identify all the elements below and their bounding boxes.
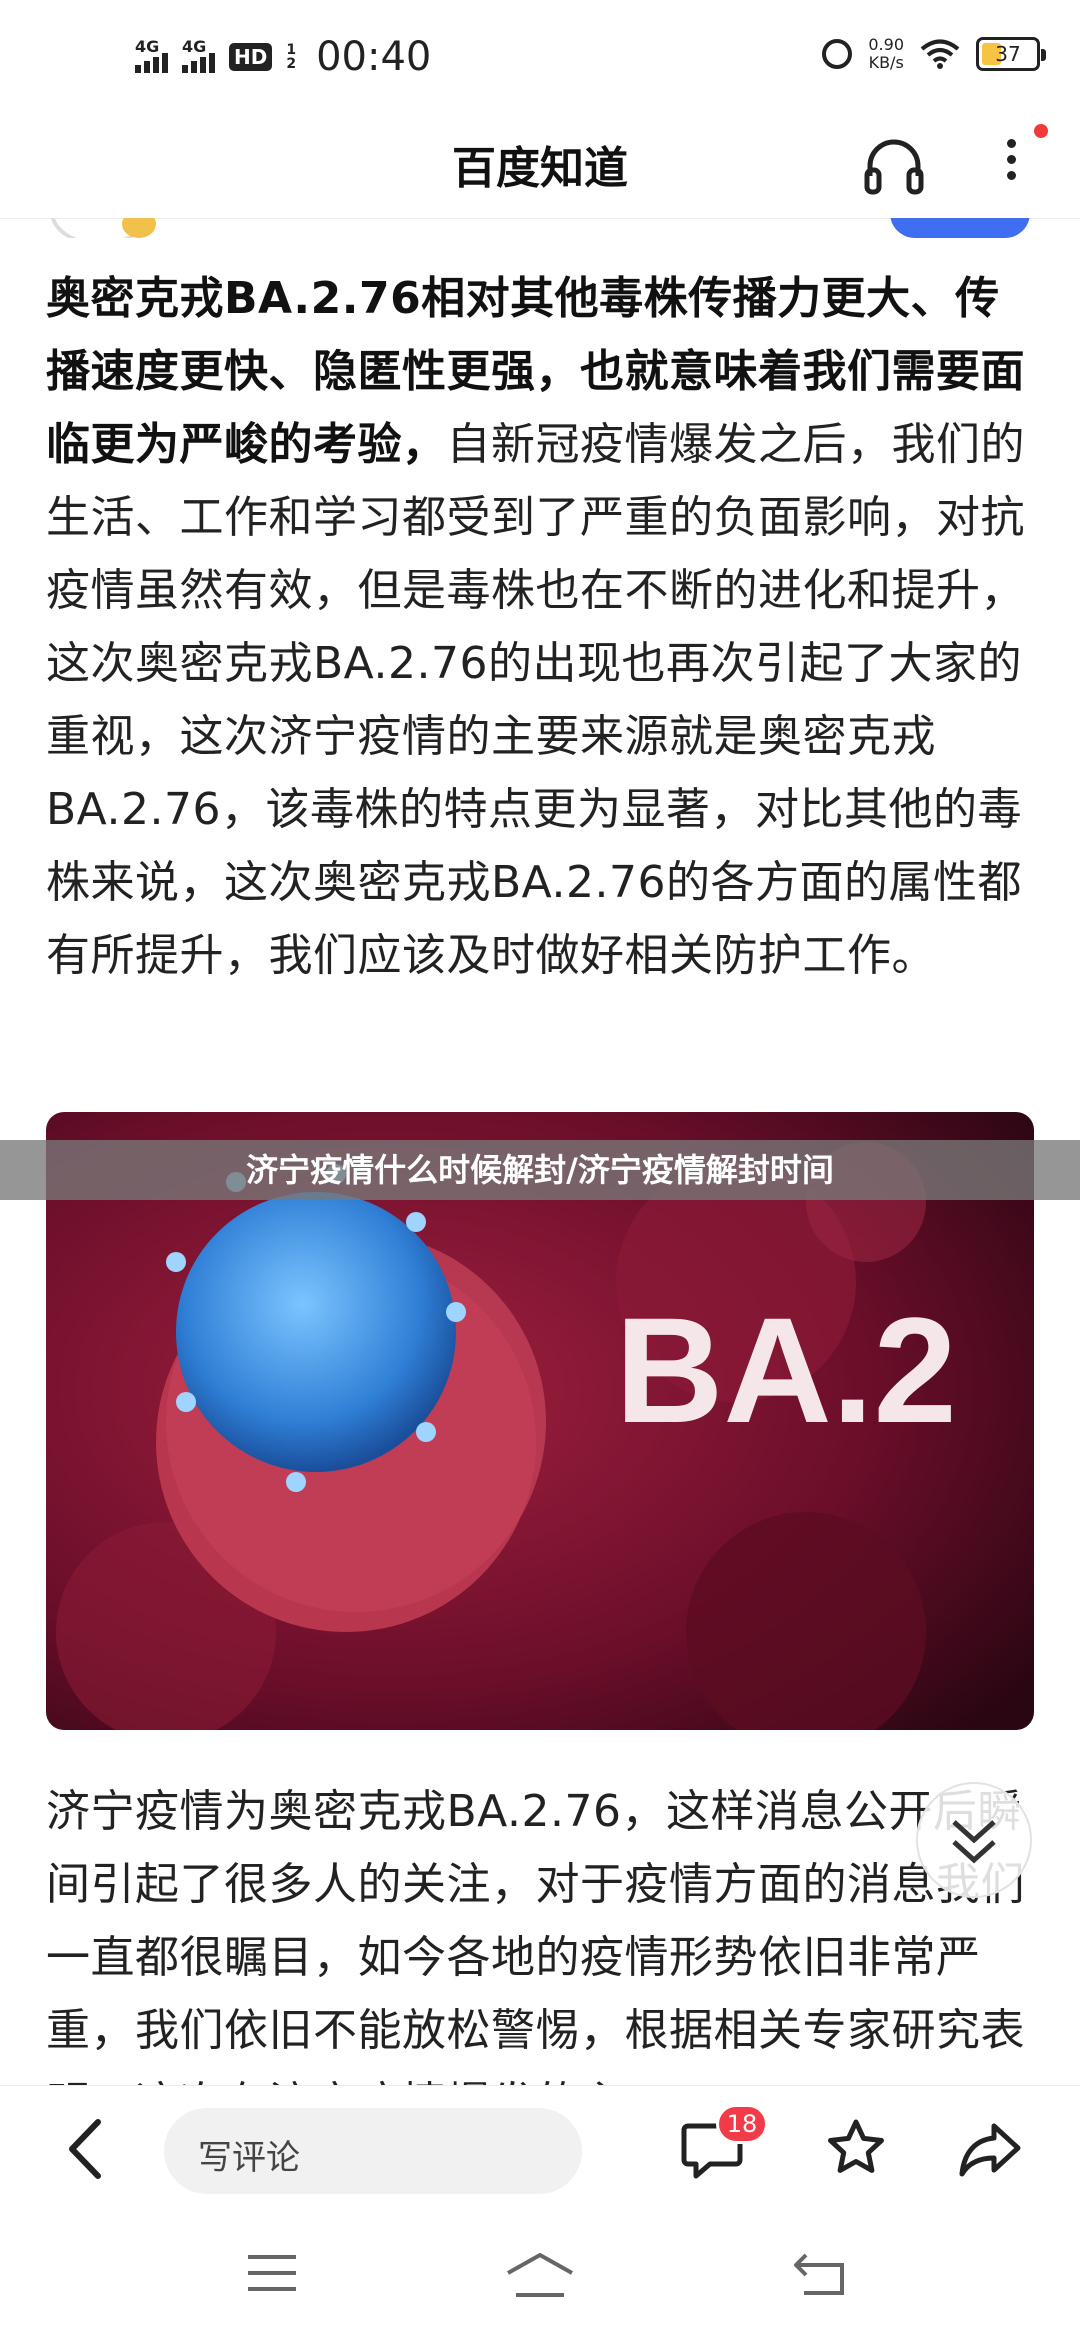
comment-input[interactable]: 写评论 [164, 2108, 582, 2194]
network-speed: 0.90 KB/s [868, 36, 904, 72]
cell-signal-1: 4G [135, 37, 168, 73]
follow-button[interactable] [890, 218, 1030, 238]
article-paragraph: 济宁疫情为奥密克戎BA.2.76，这样消息公开后瞬间引起了很多人的关注，对于疫情… [46, 1786, 1025, 2085]
scroll-down-button[interactable] [916, 1782, 1032, 1898]
system-navigation-bar [0, 2215, 1080, 2340]
notification-dot [1034, 124, 1048, 138]
article-body: 奥密克戎BA.2.76相对其他毒株传播力更大、传播速度更快、隐匿性更强，也就意味… [46, 262, 1038, 992]
wifi-icon [920, 39, 960, 69]
speed-value: 0.90 [868, 35, 904, 54]
paragraph-text: 自新冠疫情爆发之后，我们的生活、工作和学习都受到了严重的负面影响，对抗疫情虽然有… [46, 419, 1025, 981]
status-bar: 4G 4G HD 12 00:40 0.90 KB/s 37 [0, 0, 1080, 110]
hd-sim-indicator: 12 [286, 43, 296, 71]
cell-signal-2: 4G [182, 37, 215, 73]
hd-voice-icon: HD [229, 43, 273, 71]
back-nav-icon[interactable] [792, 2251, 848, 2297]
virus-illustration: BA.2 [46, 1112, 1034, 1730]
hd-sim-2: 2 [286, 56, 297, 72]
share-arrow-icon[interactable] [958, 2120, 1022, 2178]
headphone-icon[interactable] [862, 136, 926, 196]
battery-percent: 37 [995, 42, 1021, 66]
menu-icon[interactable] [244, 2251, 300, 2295]
battery-icon: 37 [976, 37, 1046, 71]
author-row [0, 218, 1080, 238]
status-right: 0.90 KB/s 37 [822, 36, 1046, 72]
network-type-label: 4G [182, 37, 207, 56]
comment-placeholder: 写评论 [198, 2138, 300, 2178]
article-body-continued: 济宁疫情为奥密克戎BA.2.76，这样消息公开后瞬间引起了很多人的关注，对于疫情… [46, 1775, 1038, 2085]
double-chevron-down-icon [952, 1820, 996, 1864]
bottom-action-bar: 写评论 18 [0, 2085, 1080, 2216]
image-label: BA.2 [615, 1286, 957, 1454]
back-arrow-icon[interactable] [62, 2116, 108, 2182]
network-type-label: 4G [135, 37, 160, 56]
article-paragraph: 奥密克戎BA.2.76相对其他毒株传播力更大、传播速度更快、隐匿性更强，也就意味… [46, 262, 1038, 992]
top-nav-bar: 百度知道 [0, 110, 1080, 219]
clock: 00:40 [316, 34, 432, 80]
article-image[interactable]: BA.2 [46, 1112, 1034, 1730]
title-overlay-banner: 济宁疫情什么时候解封/济宁疫情解封时间 [0, 1140, 1080, 1200]
speed-unit: KB/s [868, 53, 904, 72]
comment-count-badge: 18 [716, 2104, 768, 2144]
star-outline-icon[interactable] [826, 2118, 886, 2178]
more-vertical-icon[interactable] [996, 132, 1026, 202]
alarm-icon [822, 39, 853, 69]
status-left: 4G 4G HD 12 00:40 [135, 34, 431, 80]
home-icon[interactable] [504, 2251, 576, 2299]
